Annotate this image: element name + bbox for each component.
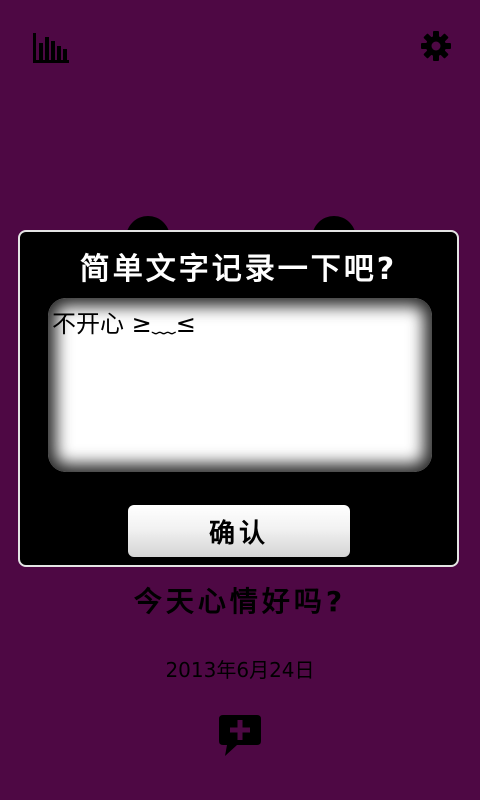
mood-screen: 简单文字记录一下吧? 不开心 ≥﹏≤ 确认 今天心情好吗? 2013年6月24日 [0, 0, 480, 800]
mood-question: 今天心情好吗? [133, 585, 347, 618]
stats-button[interactable] [30, 30, 72, 66]
add-note-button[interactable] [217, 713, 263, 759]
bar-chart-icon [33, 33, 69, 63]
gear-icon [421, 31, 451, 61]
date-label: 2013年6月24日 [165, 658, 315, 682]
add-comment-icon [219, 715, 261, 756]
note-dialog: 简单文字记录一下吧? 不开心 ≥﹏≤ 确认 [18, 230, 459, 567]
settings-button[interactable] [418, 28, 454, 64]
confirm-button[interactable]: 确认 [128, 505, 350, 557]
dialog-title: 简单文字记录一下吧? [79, 252, 398, 287]
note-input[interactable]: 不开心 ≥﹏≤ [48, 298, 432, 472]
